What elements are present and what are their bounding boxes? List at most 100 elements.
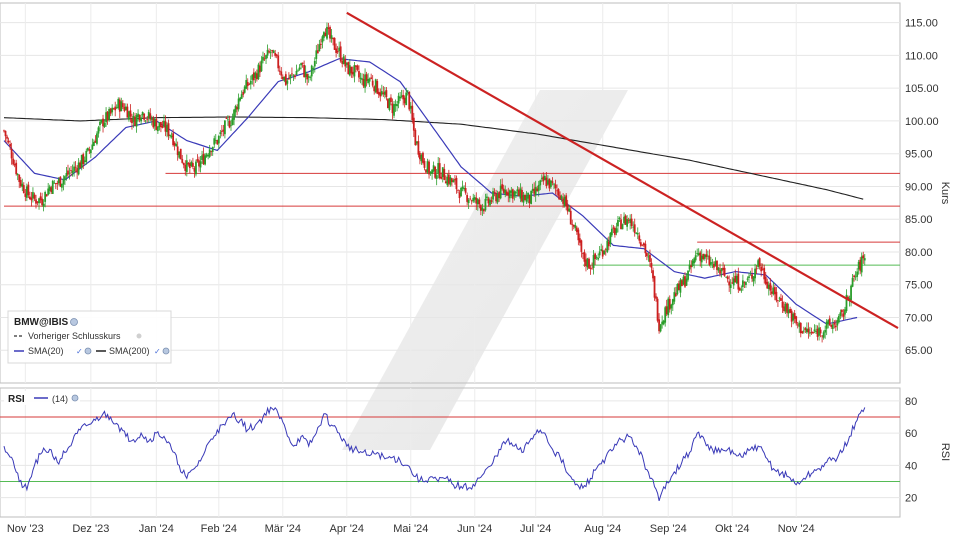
candle xyxy=(224,119,226,139)
candle-body xyxy=(557,189,560,196)
rsi-tick-label: 20 xyxy=(905,493,917,505)
candle-body xyxy=(460,187,462,197)
date-tick-label: Jul '24 xyxy=(520,523,551,535)
candle-body xyxy=(44,191,47,202)
candle-body xyxy=(149,113,152,120)
candle xyxy=(213,135,216,148)
candle-body xyxy=(537,184,540,191)
candle xyxy=(716,260,718,275)
price-tick-label: 110.00 xyxy=(905,50,938,62)
date-axis: Nov '23 Dez '23 Jan '24 Feb '24 Mär '24 Apr '… xyxy=(7,523,815,535)
checkmark-icon[interactable]: ✓ xyxy=(76,347,83,356)
candle-body xyxy=(167,123,170,137)
price-tick-label: 105.00 xyxy=(905,83,939,95)
price-tick-label: 90.00 xyxy=(905,181,933,193)
checkmark-icon[interactable]: ✓ xyxy=(154,347,161,356)
gear-icon[interactable] xyxy=(70,318,78,326)
candle-body xyxy=(249,80,252,85)
price-axis-title: Kurs xyxy=(939,182,951,205)
candle xyxy=(588,257,590,270)
candle xyxy=(284,71,287,87)
candle xyxy=(60,183,63,192)
settings-dot-icon[interactable] xyxy=(136,333,142,339)
candle-body xyxy=(618,217,621,219)
candle-body xyxy=(4,130,7,137)
candle-body xyxy=(268,51,270,53)
rsi-axis-title: RSI xyxy=(939,443,951,461)
candle-body xyxy=(694,255,697,261)
gear-icon[interactable] xyxy=(71,394,79,402)
candle-body xyxy=(863,258,866,261)
candle xyxy=(237,93,240,112)
candle-body xyxy=(653,276,656,298)
candle-body xyxy=(228,120,231,128)
candle-body xyxy=(219,132,222,135)
candle-body xyxy=(440,176,443,179)
candle-body xyxy=(729,284,732,288)
candle xyxy=(831,318,834,334)
candle-body xyxy=(595,257,598,258)
candle-body xyxy=(412,117,415,131)
candle-body xyxy=(406,90,409,92)
candle-body xyxy=(438,163,441,179)
candle-body xyxy=(292,74,295,76)
candle-body xyxy=(617,219,619,227)
candle xyxy=(569,205,572,225)
price-tick-label: 85.00 xyxy=(905,214,933,226)
candle xyxy=(92,139,95,147)
rsi-tick-label: 40 xyxy=(905,460,917,472)
candle xyxy=(353,61,356,83)
candle-body xyxy=(368,78,371,82)
candle-body xyxy=(9,144,11,147)
candle-body xyxy=(636,232,639,235)
candle-body xyxy=(769,283,772,291)
candle xyxy=(326,22,328,40)
candle-body xyxy=(297,70,299,72)
candle-body xyxy=(42,203,45,207)
candle-body xyxy=(33,194,36,199)
rsi-legend-period: (14) xyxy=(52,394,68,404)
date-tick-label: Dez '23 xyxy=(72,523,109,535)
candle-body xyxy=(565,195,568,207)
candle xyxy=(114,101,117,117)
candle-body xyxy=(501,184,504,189)
price-tick-label: 80.00 xyxy=(905,247,933,259)
candle-body xyxy=(455,177,458,190)
candle-body xyxy=(240,94,243,99)
gear-icon[interactable] xyxy=(84,347,92,355)
candle-body xyxy=(862,255,865,259)
candle-body xyxy=(277,55,280,69)
candle-body xyxy=(213,138,216,145)
candle-body xyxy=(833,323,836,325)
candle-body xyxy=(530,190,533,204)
candle-body xyxy=(822,332,825,338)
candle-body xyxy=(828,318,831,326)
candle-body xyxy=(457,189,459,191)
candle xyxy=(370,73,373,80)
stock-chart: 65.00 70.00 75.00 80.00 85.00 90.00 95.00 100.0… xyxy=(0,2,951,535)
candle-body xyxy=(486,196,488,199)
candle-body xyxy=(464,188,467,193)
candle xyxy=(15,159,18,176)
legend-prev-close: Vorheriger Schlusskurs xyxy=(28,331,121,341)
candle-body xyxy=(656,298,659,321)
candle-body xyxy=(490,200,493,202)
candle xyxy=(156,126,159,135)
date-tick-label: Nov '23 xyxy=(7,523,44,535)
price-axis: 65.00 70.00 75.00 80.00 85.00 90.00 95.00 100.0… xyxy=(905,18,939,358)
date-tick-label: Apr '24 xyxy=(330,523,365,535)
candle xyxy=(729,279,732,295)
candle xyxy=(217,134,220,149)
candle-body xyxy=(659,324,662,332)
candle-body xyxy=(741,280,744,288)
candle-body xyxy=(633,224,636,233)
candle-body xyxy=(22,185,25,194)
candle-body xyxy=(649,254,651,262)
candle xyxy=(646,252,648,261)
price-tick-label: 115.00 xyxy=(905,18,938,30)
candle-body xyxy=(272,50,275,54)
gear-icon[interactable] xyxy=(162,347,170,355)
candle-body xyxy=(856,271,859,277)
candle-body xyxy=(834,325,837,328)
candle xyxy=(175,138,178,147)
